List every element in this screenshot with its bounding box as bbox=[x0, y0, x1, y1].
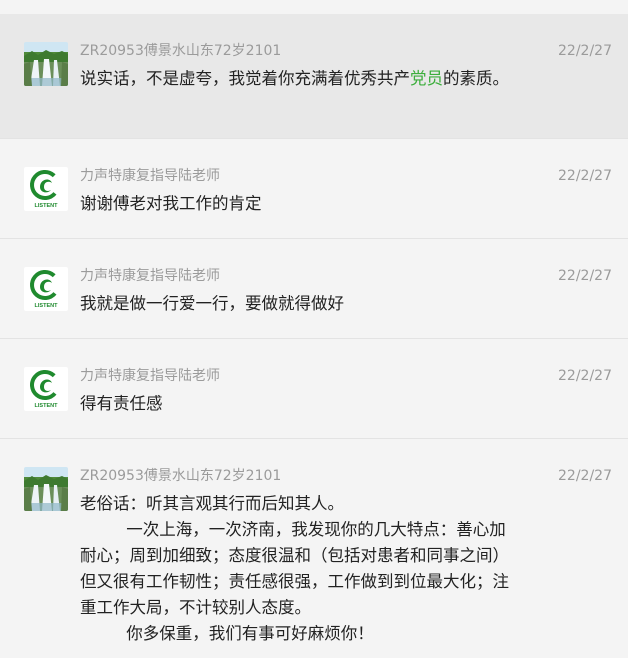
comment-text: 说实话，不是虚夸，我觉着你充满着优秀共产 bbox=[80, 69, 410, 88]
comment-content: 谢谢傅老对我工作的肯定 bbox=[80, 194, 262, 213]
comment-paragraph: 老俗话：听其言观其行而后知其人。 bbox=[80, 494, 344, 513]
listent-logo-icon: LISTENT bbox=[24, 367, 68, 411]
waterfall-photo-icon bbox=[24, 467, 68, 511]
comment-time: 22/2/27 bbox=[558, 43, 612, 59]
comment-item[interactable]: ZR20953傅景水山东72岁2101 22/2/27 老俗话：听其言观其行而后… bbox=[0, 438, 628, 658]
comment-item[interactable]: ZR20953傅景水山东72岁2101 22/2/27 说实话，不是虚夸，我觉着… bbox=[0, 14, 628, 138]
listent-logo-avatar[interactable]: LISTENT bbox=[24, 167, 68, 211]
party-member-link[interactable]: 党员 bbox=[410, 69, 443, 88]
comment-paragraph: 一次上海，一次济南，我发现你的几大特点：善心加耐心；周到加细致；态度很温和（包括… bbox=[80, 520, 509, 617]
comment-time: 22/2/27 bbox=[558, 168, 612, 184]
comment-content: 老俗话：听其言观其行而后知其人。 一次上海，一次济南，我发现你的几大特点：善心加… bbox=[80, 491, 520, 647]
listent-logo-avatar[interactable]: LISTENT bbox=[24, 267, 68, 311]
waterfall-photo-icon bbox=[24, 42, 68, 86]
logo-text: LISTENT bbox=[35, 303, 59, 309]
logo-text: LISTENT bbox=[35, 403, 59, 409]
comment-text: 的素质。 bbox=[443, 69, 509, 88]
comment-nickname: ZR20953傅景水山东72岁2101 bbox=[80, 468, 282, 484]
landscape-photo-avatar[interactable] bbox=[24, 467, 68, 511]
comment-content: 说实话，不是虚夸，我觉着你充满着优秀共产党员的素质。 bbox=[80, 66, 520, 92]
comment-paragraph: 你多保重，我们有事可好麻烦你！ bbox=[126, 624, 374, 643]
comment-item[interactable]: LISTENT 力声特康复指导陆老师 22/2/27 得有责任感 bbox=[0, 338, 628, 438]
comment-nickname: 力声特康复指导陆老师 bbox=[80, 168, 220, 184]
listent-logo-avatar[interactable]: LISTENT bbox=[24, 367, 68, 411]
top-strip bbox=[0, 0, 628, 14]
comment-content: 我就是做一行爱一行，要做就得做好 bbox=[80, 294, 344, 313]
comment-nickname: 力声特康复指导陆老师 bbox=[80, 368, 220, 384]
comment-time: 22/2/27 bbox=[558, 368, 612, 384]
listent-logo-icon: LISTENT bbox=[24, 267, 68, 311]
landscape-photo-avatar[interactable] bbox=[24, 42, 68, 86]
comment-content: 得有责任感 bbox=[80, 394, 163, 413]
listent-logo-icon: LISTENT bbox=[24, 167, 68, 211]
comment-item[interactable]: LISTENT 力声特康复指导陆老师 22/2/27 我就是做一行爱一行，要做就… bbox=[0, 238, 628, 338]
comment-list: ZR20953傅景水山东72岁2101 22/2/27 说实话，不是虚夸，我觉着… bbox=[0, 0, 628, 658]
logo-text: LISTENT bbox=[35, 203, 59, 209]
comment-nickname: ZR20953傅景水山东72岁2101 bbox=[80, 43, 282, 59]
comment-nickname: 力声特康复指导陆老师 bbox=[80, 268, 220, 284]
comment-item[interactable]: LISTENT 力声特康复指导陆老师 22/2/27 谢谢傅老对我工作的肯定 bbox=[0, 138, 628, 238]
comment-time: 22/2/27 bbox=[558, 468, 612, 484]
comment-time: 22/2/27 bbox=[558, 268, 612, 284]
